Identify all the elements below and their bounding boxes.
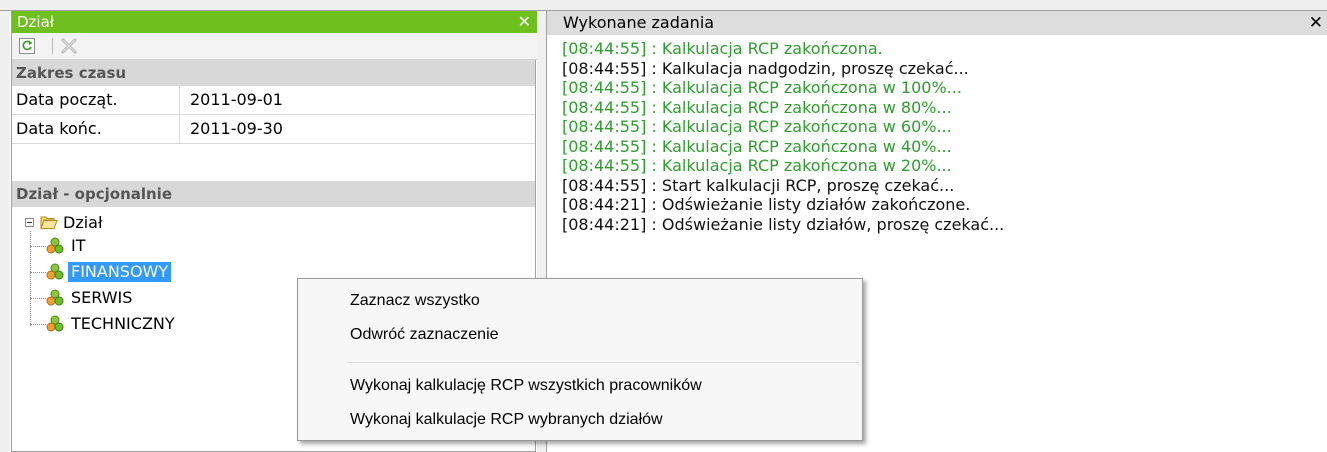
start-date-row[interactable]: Data począt. 2011-09-01 [12,86,535,115]
department-panel-title: Dział [17,13,55,31]
department-group-icon [46,315,64,332]
log-entry: [08:44:21] : Odświeżanie listy działów z… [562,195,971,214]
tree-connector [30,272,46,273]
tree-connector [30,324,46,325]
tree-item-label: TECHNICZNY [71,314,175,333]
log-entry: [08:44:55] : Start kalkulacji RCP, prosz… [562,175,955,195]
completed-tasks-title: Wykonane zadania [563,13,715,32]
task-log: [08:44:55] : Kalkulacja RCP zakończona.[… [562,39,1322,234]
completed-tasks-title-bar: Wykonane zadania ✕ [547,11,1327,35]
menu-item-calc-selected-departments[interactable]: Wykonaj kalkulacje RCP wybranych działów [299,403,861,436]
refresh-icon[interactable] [18,37,36,55]
end-date-row[interactable]: Data końc. 2011-09-30 [12,115,535,144]
collapse-icon[interactable] [25,218,34,227]
log-entry: [08:44:55] : Kalkulacja RCP zakończona. [562,39,883,58]
window-frame-top [0,0,1327,10]
column-divider [179,86,180,114]
menu-item-invert-selection[interactable]: Odwróć zaznaczenie [299,318,861,351]
start-date-label: Data począt. [16,90,118,109]
tree-item-label: SERWIS [71,288,133,307]
window-frame-left [0,11,10,452]
delete-icon[interactable] [60,37,78,55]
department-group-icon [46,289,64,306]
department-panel-title-bar: Dział ✕ [12,11,537,33]
tree-item-label: IT [71,236,86,255]
log-entry: [08:44:55] : Kalkulacja RCP zakończona w… [562,136,952,156]
log-entry: [08:44:21] : Odświeżanie listy działów, … [562,214,1005,234]
department-toolbar [12,33,537,60]
toolbar-separator [52,38,53,54]
end-date-value[interactable]: 2011-09-30 [190,115,283,143]
tree-root-label: Dział [63,213,103,232]
menu-separator-highlight [347,363,859,364]
tree-item-label-selected: FINANSOWY [68,262,172,282]
start-date-value[interactable]: 2011-09-01 [190,86,283,114]
context-menu: Zaznacz wszystko Odwróć zaznaczenie Wyko… [297,278,863,441]
tree-connector [30,246,46,247]
log-entry: [08:44:55] : Kalkulacja nadgodzin, prosz… [562,58,969,78]
tree-connector [30,298,46,299]
department-group-icon [46,237,64,254]
close-icon[interactable]: ✕ [1309,11,1323,35]
department-optional-header: Dział - opcjonalnie [12,181,535,207]
menu-item-calc-all-employees[interactable]: Wykonaj kalkulację RCP wszystkich pracow… [299,369,861,402]
log-entry: [08:44:55] : Kalkulacja RCP zakończona w… [562,156,952,175]
log-entry: [08:44:55] : Kalkulacja RCP zakończona w… [562,117,952,136]
menu-item-select-all[interactable]: Zaznacz wszystko [299,284,861,317]
log-entry: [08:44:55] : Kalkulacja RCP zakończona w… [562,97,952,117]
log-entry: [08:44:55] : Kalkulacja RCP zakończona w… [562,78,962,97]
time-range-header: Zakres czasu [12,60,535,86]
column-divider [179,115,180,143]
close-icon[interactable]: ✕ [518,11,531,33]
folder-open-icon [40,216,58,229]
end-date-label: Data końc. [16,119,102,138]
department-group-icon [46,263,64,280]
